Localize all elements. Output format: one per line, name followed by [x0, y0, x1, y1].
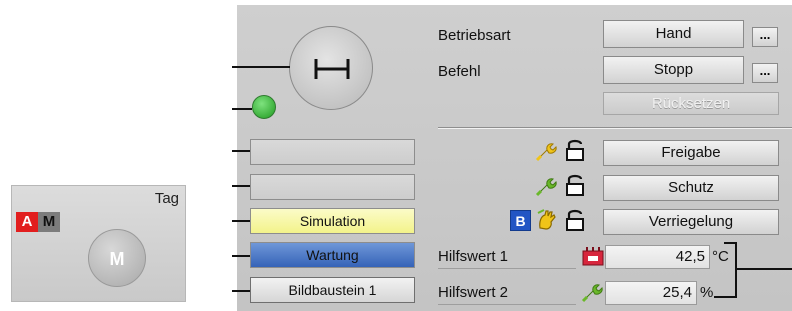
bracket-line — [714, 296, 736, 298]
leader-line — [232, 108, 252, 110]
heater-icon — [582, 247, 604, 266]
section-divider-highlight — [438, 128, 792, 129]
wrench-icon — [581, 284, 603, 303]
lock-open-icon — [566, 174, 584, 196]
operating-mode-label: Betriebsart — [438, 27, 511, 44]
leader-line — [232, 220, 250, 222]
command-more-button[interactable]: ... — [752, 63, 778, 83]
interlock-button[interactable]: Verriegelung — [603, 209, 779, 235]
motor-symbol: M — [88, 229, 146, 287]
block-icon[interactable]: Tag A M M — [11, 185, 186, 302]
lock-open-icon — [566, 209, 584, 231]
reset-button[interactable]: Rücksetzen — [603, 92, 779, 115]
motor-symbol-large — [289, 26, 373, 110]
row-underline — [438, 304, 576, 305]
block-tag: Tag — [154, 190, 179, 207]
faceplate-button[interactable]: Bildbaustein 1 — [250, 277, 415, 303]
command-label: Befehl — [438, 63, 481, 80]
leader-line — [232, 66, 290, 68]
maintenance-indicator: Wartung — [250, 242, 415, 268]
command-button[interactable]: Stopp — [603, 56, 744, 84]
leader-line — [232, 185, 250, 187]
stopped-motor-icon — [314, 59, 350, 79]
aux-value-2[interactable]: 25,4 — [605, 281, 697, 305]
status-field-2 — [250, 174, 415, 200]
wrench-green-icon — [535, 178, 557, 197]
aux-value-2-label: Hilfswert 2 — [438, 284, 509, 301]
simulation-indicator: Simulation — [250, 208, 415, 234]
operating-mode-button[interactable]: Hand — [603, 20, 744, 48]
protection-button[interactable]: Schutz — [603, 175, 779, 201]
status-led — [252, 95, 276, 119]
hand-bypass-icon — [537, 209, 556, 230]
status-field-1 — [250, 139, 415, 165]
bracket-line — [736, 268, 792, 270]
leader-line — [232, 290, 250, 292]
manual-mode-badge: M — [38, 212, 60, 232]
wrench-yellow-icon — [535, 143, 557, 162]
bypass-badge: B — [510, 210, 531, 231]
leader-line — [232, 150, 250, 152]
bracket-line — [735, 242, 737, 298]
aux-value-1[interactable]: 42,5 — [605, 245, 710, 269]
lock-open-icon — [566, 139, 584, 161]
aux-value-2-unit: % — [700, 284, 714, 301]
aux-value-1-unit: °C — [712, 248, 729, 265]
row-underline — [438, 268, 576, 269]
automatic-mode-badge: A — [16, 212, 38, 232]
aux-value-1-label: Hilfswert 1 — [438, 248, 509, 265]
leader-line — [232, 255, 250, 257]
operating-mode-more-button[interactable]: ... — [752, 27, 778, 47]
release-button[interactable]: Freigabe — [603, 140, 779, 166]
